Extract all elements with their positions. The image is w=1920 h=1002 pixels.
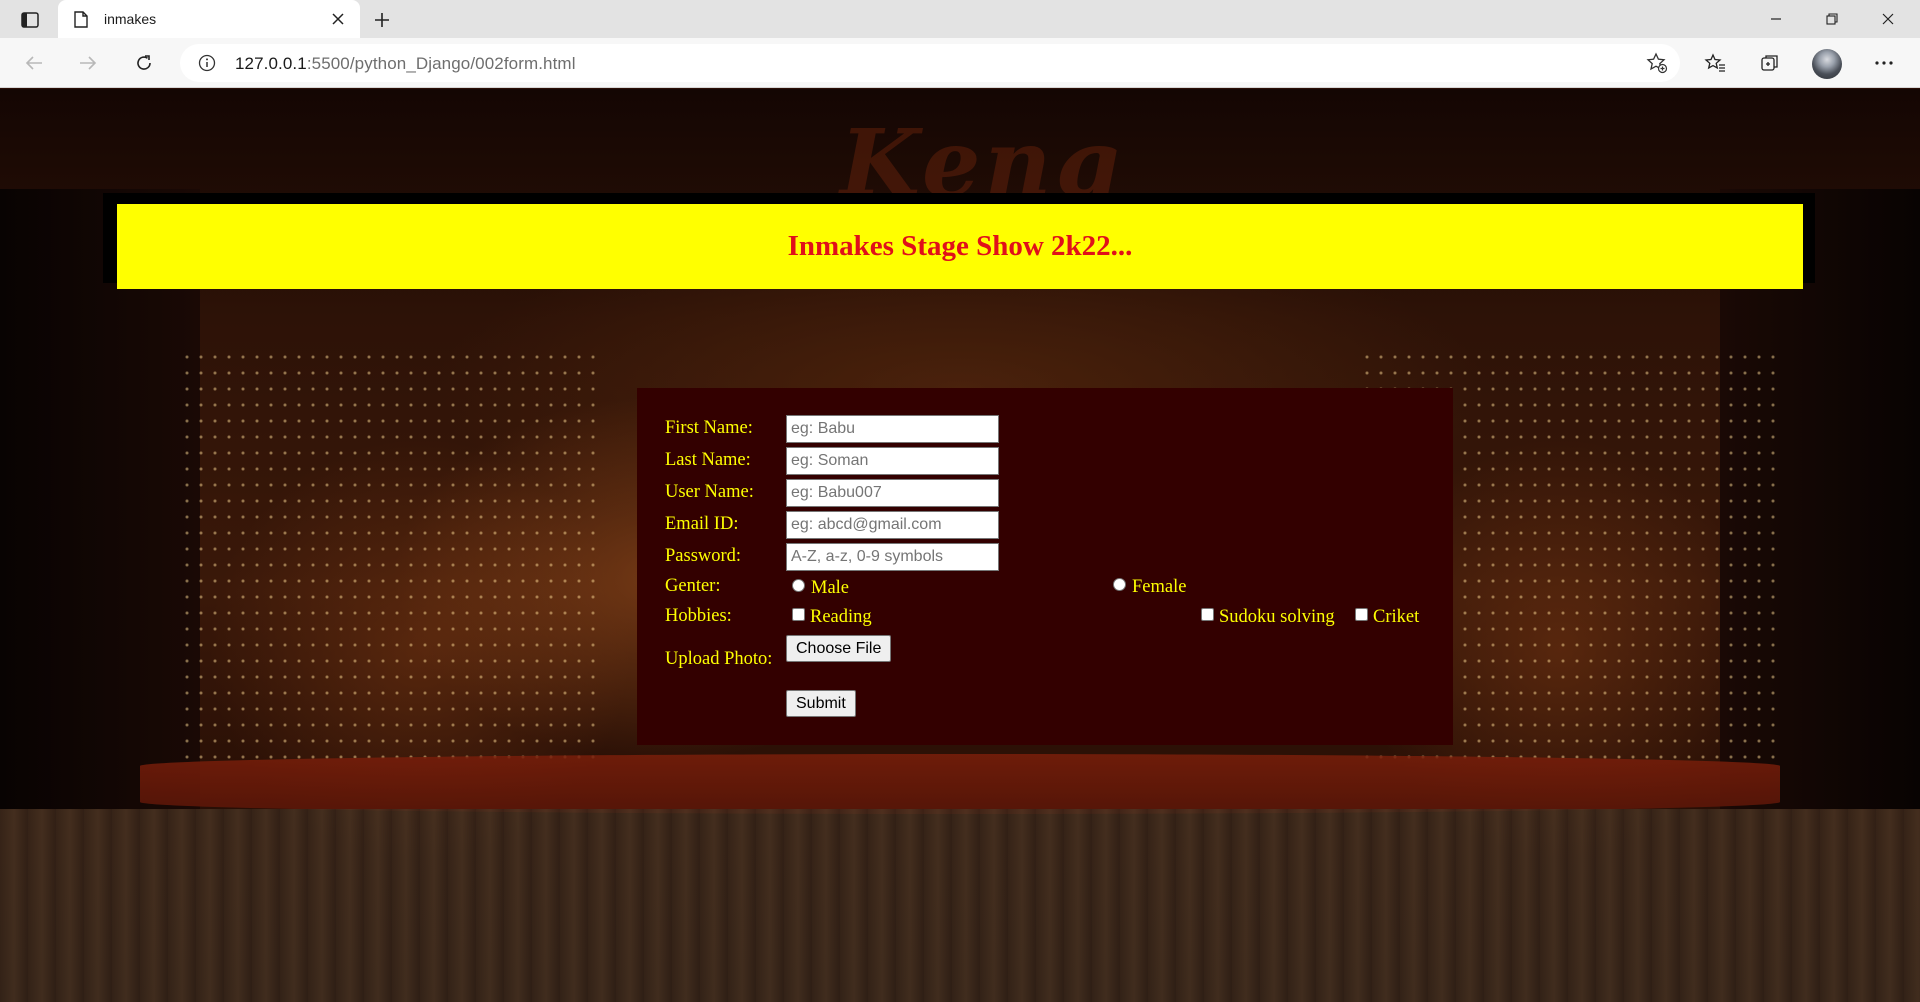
- tab-title: inmakes: [104, 11, 157, 27]
- url-path: :5500/python_Django/002form.html: [306, 54, 576, 73]
- password-label: Password:: [665, 546, 742, 566]
- new-tab-icon[interactable]: [368, 6, 396, 34]
- hobby-option-sudoku[interactable]: Sudoku solving: [1201, 607, 1335, 628]
- tab-actions-icon[interactable]: [16, 8, 44, 32]
- refresh-icon[interactable]: [128, 47, 160, 79]
- hobby-option-criket[interactable]: Criket: [1355, 607, 1419, 628]
- restore-icon[interactable]: [1804, 0, 1860, 38]
- add-favorite-icon[interactable]: [1646, 52, 1668, 79]
- criket-option-label: Criket: [1373, 607, 1420, 627]
- hobbies-label: Hobbies:: [665, 606, 732, 626]
- reading-checkbox[interactable]: [792, 608, 805, 621]
- address-bar[interactable]: 127.0.0.1:5500/python_Django/002form.htm…: [180, 44, 1680, 82]
- gender-option-female[interactable]: Female: [1113, 577, 1186, 598]
- reading-option-label: Reading: [810, 607, 872, 627]
- close-tab-icon[interactable]: [328, 9, 348, 29]
- forward-icon[interactable]: [72, 47, 104, 79]
- hobby-option-reading[interactable]: Reading: [792, 607, 872, 628]
- gender-option-male[interactable]: Male: [792, 578, 849, 599]
- stage-skirt: [0, 809, 1920, 1002]
- site-info-icon[interactable]: [198, 54, 216, 77]
- first-name-label: First Name:: [665, 418, 753, 438]
- email-label: Email ID:: [665, 514, 739, 534]
- page-viewport: Keng Inmakes Stage Show 2k22... First Na…: [0, 89, 1920, 1002]
- sudoku-option-label: Sudoku solving: [1219, 607, 1335, 627]
- last-name-label: Last Name:: [665, 450, 751, 470]
- window-close-icon[interactable]: [1860, 0, 1916, 38]
- last-name-input[interactable]: [786, 447, 999, 475]
- male-radio[interactable]: [792, 579, 805, 592]
- url-host: 127.0.0.1: [235, 54, 307, 73]
- title-banner: Inmakes Stage Show 2k22...: [103, 193, 1815, 289]
- profile-avatar[interactable]: [1812, 49, 1842, 79]
- url-text[interactable]: 127.0.0.1:5500/python_Django/002form.htm…: [235, 54, 576, 74]
- user-name-input[interactable]: [786, 479, 999, 507]
- registration-form: First Name: Last Name: User Name: Email …: [637, 388, 1453, 745]
- favorites-icon[interactable]: [1699, 47, 1731, 79]
- fairy-lights-left: [180, 349, 600, 769]
- collections-icon[interactable]: [1754, 47, 1786, 79]
- more-options-icon[interactable]: [1868, 47, 1900, 79]
- first-name-input[interactable]: [786, 415, 999, 443]
- page-icon: [74, 11, 88, 33]
- submit-button[interactable]: Submit: [786, 690, 856, 717]
- page-title: Inmakes Stage Show 2k22...: [787, 230, 1133, 262]
- gender-label: Genter:: [665, 576, 721, 596]
- user-name-label: User Name:: [665, 482, 754, 502]
- back-icon[interactable]: [18, 47, 50, 79]
- browser-toolbar: 127.0.0.1:5500/python_Django/002form.htm…: [0, 38, 1920, 88]
- browser-tab[interactable]: inmakes: [58, 0, 360, 38]
- tab-strip: inmakes: [0, 0, 1920, 38]
- criket-checkbox[interactable]: [1355, 608, 1368, 621]
- sudoku-checkbox[interactable]: [1201, 608, 1214, 621]
- minimize-icon[interactable]: [1748, 0, 1804, 38]
- choose-file-button[interactable]: Choose File: [786, 635, 892, 662]
- password-input[interactable]: [786, 543, 999, 571]
- email-input[interactable]: [786, 511, 999, 539]
- female-option-label: Female: [1132, 577, 1187, 597]
- female-radio[interactable]: [1113, 578, 1126, 591]
- male-option-label: Male: [811, 578, 850, 598]
- upload-photo-label: Upload Photo:: [665, 649, 773, 669]
- stage-floor: [140, 754, 1780, 814]
- title-banner-inner: Inmakes Stage Show 2k22...: [117, 204, 1803, 289]
